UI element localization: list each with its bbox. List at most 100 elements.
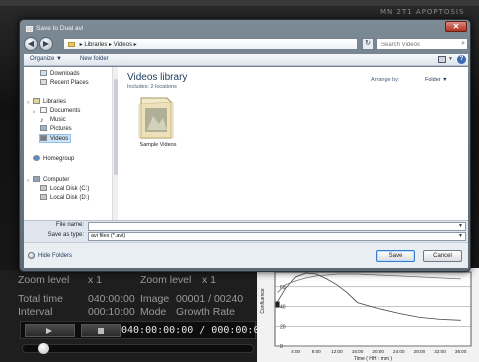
zoom-level-label: Zoom level xyxy=(18,274,70,286)
collapse-icon xyxy=(28,252,35,259)
x-tick-label: 20:00 xyxy=(372,349,384,354)
pictures-icon xyxy=(40,125,47,132)
image-value: 00001 / 00240 xyxy=(176,293,244,305)
nav-item-recent-places[interactable]: Recent Places xyxy=(40,79,89,88)
play-icon xyxy=(46,328,52,334)
back-button[interactable]: ◀ xyxy=(24,37,38,51)
y-tick-label: 20 xyxy=(280,324,286,330)
nav-item-libraries[interactable]: Libraries xyxy=(33,98,66,107)
view-options-dropdown[interactable]: ▼ xyxy=(448,56,453,62)
nav-item-local-disk-d[interactable]: Local Disk (D:) xyxy=(40,194,89,203)
hide-folders-button[interactable]: Hide Folders xyxy=(28,252,72,259)
save-as-type-value: avi files (*.avi) xyxy=(91,233,126,239)
computer-icon xyxy=(33,176,40,183)
dialog-footer: Hide Folders Save Cancel xyxy=(24,242,468,268)
expand-icon[interactable]: ▹ xyxy=(33,109,36,115)
mode-value: Growth Rate xyxy=(176,306,235,318)
x-tick-label: 12:00 xyxy=(331,349,343,354)
cancel-button[interactable]: Cancel xyxy=(423,250,462,262)
interval-label: Interval xyxy=(18,306,53,318)
save-as-type-select[interactable]: avi files (*.avi) ▼ xyxy=(88,232,466,241)
search-icon: ⌕ xyxy=(461,40,465,47)
search-box[interactable]: ⌕ xyxy=(376,38,468,50)
nav-item-pictures[interactable]: Pictures xyxy=(40,125,72,134)
nav-item-downloads[interactable]: Downloads xyxy=(40,70,80,79)
refresh-button[interactable]: ↻ xyxy=(362,38,374,50)
toolbar: Organize ▼ New folder ▼ ? xyxy=(24,54,468,66)
nav-item-local-disk-c[interactable]: Local Disk (C:) xyxy=(40,185,89,194)
chart-svg: 02040604:00 8:00 12:00 16:00 20:00 24:00 28:00… xyxy=(260,271,472,362)
breadcrumb: ▸ Libraries ▸ Videos ▸ xyxy=(68,41,137,48)
file-name-dropdown-icon[interactable]: ▼ xyxy=(458,223,463,229)
plot-area xyxy=(274,271,472,347)
organize-menu[interactable]: Organize ▼ xyxy=(30,56,62,62)
x-tick-label: 36:00 xyxy=(455,349,467,354)
drive-icon xyxy=(40,194,47,201)
expand-icon[interactable]: ▿ xyxy=(27,100,30,106)
info-panel: Zoom level x 1 Zoom level x 1 Total time… xyxy=(18,270,254,322)
recent-places-icon xyxy=(40,79,47,86)
timeline-slider-thumb[interactable] xyxy=(38,343,50,354)
music-icon: ♪ xyxy=(40,117,44,125)
interval-value: 000:10:00 xyxy=(88,306,135,318)
nav-item-label: Pictures xyxy=(50,126,72,132)
homegroup-icon xyxy=(33,155,40,162)
file-list-pane: Videos library Includes: 2 locations Arr… xyxy=(119,67,468,220)
folder-item-sample-videos[interactable]: Sample Videos xyxy=(127,94,187,154)
folder-icon xyxy=(138,97,174,139)
x-tick-label: 28:00 xyxy=(414,349,426,354)
file-name-field[interactable]: ▼ xyxy=(88,222,466,239)
arrange-by-dropdown[interactable]: Folder ▼ xyxy=(425,77,448,83)
x-tick-label: 16:00 xyxy=(352,349,364,354)
help-icon[interactable]: ? xyxy=(457,55,466,64)
close-button[interactable]: ✕ xyxy=(445,21,467,32)
folder-icon xyxy=(68,41,75,47)
save-dialog: Save to Dual avi ✕ ◀ ▶ ▸ Libraries ▸ Vid… xyxy=(19,19,471,272)
change-view-icon[interactable] xyxy=(438,56,446,63)
zoom-row: Zoom level x 1 Zoom level x 1 xyxy=(18,274,254,288)
nav-item-label: Downloads xyxy=(50,71,80,77)
breadcrumb-libraries[interactable]: Libraries xyxy=(84,42,107,48)
save-as-type-dropdown-icon[interactable]: ▼ xyxy=(458,233,463,239)
folder-label: Sample Videos xyxy=(139,142,177,148)
forward-button[interactable]: ▶ xyxy=(39,37,53,51)
save-as-type-label: Save as type: xyxy=(47,232,84,238)
search-input[interactable] xyxy=(381,40,455,49)
zoom-level-label-2: Zoom level xyxy=(140,274,192,286)
nav-item-label: Music xyxy=(50,117,66,123)
nav-item-label: Homegroup xyxy=(43,156,75,162)
stop-button[interactable] xyxy=(81,324,121,337)
x-tick-label: 8:00 xyxy=(312,349,321,354)
nav-scrollbar-thumb[interactable] xyxy=(114,79,118,175)
libraries-icon xyxy=(33,98,40,105)
mode-label: Mode xyxy=(140,306,167,318)
documents-icon xyxy=(40,107,47,114)
nav-item-music[interactable]: ♪ Music xyxy=(40,116,66,125)
timeline-slider[interactable] xyxy=(22,343,254,354)
app-title: MN 2T1 APOPTOSIS xyxy=(380,8,465,16)
stop-icon xyxy=(98,328,104,334)
interval-row: Interval 000:10:00 Mode Growth Rate xyxy=(18,306,254,320)
nav-scrollbar[interactable] xyxy=(112,67,118,220)
expand-icon[interactable]: ▿ xyxy=(27,178,30,184)
nav-item-documents[interactable]: Documents xyxy=(40,107,80,116)
breadcrumb-videos[interactable]: Videos xyxy=(114,42,132,48)
address-bar[interactable]: ▸ Libraries ▸ Videos ▸ ▼ xyxy=(63,38,398,50)
nav-item-homegroup[interactable]: Homegroup xyxy=(33,155,74,164)
nav-item-label: Local Disk (D:) xyxy=(50,195,90,201)
y-tick-label: 40 xyxy=(280,305,286,311)
time-marker xyxy=(275,301,280,308)
play-button[interactable] xyxy=(25,324,75,337)
nav-item-computer[interactable]: Computer xyxy=(33,176,69,185)
save-button[interactable]: Save xyxy=(376,250,415,262)
confluence-chart: 0 20 40 60 4:00 8:00 12:00 16:00 20:00 24:00 28:00… xyxy=(257,268,479,362)
library-locations-link[interactable]: Includes: 2 locations xyxy=(127,84,177,90)
nav-item-videos[interactable]: Videos xyxy=(39,134,72,143)
library-title: Videos library xyxy=(127,72,188,83)
nav-item-label: Computer xyxy=(43,177,70,183)
file-browser: Downloads Recent Places ▿ Libraries ▹ Do… xyxy=(24,67,468,220)
breadcrumb-sep-icon: ▸ xyxy=(133,42,137,48)
new-folder-button[interactable]: New folder xyxy=(80,56,109,62)
x-axis-label: Time ( HH : mm ) xyxy=(354,356,392,362)
drive-icon xyxy=(40,185,47,192)
